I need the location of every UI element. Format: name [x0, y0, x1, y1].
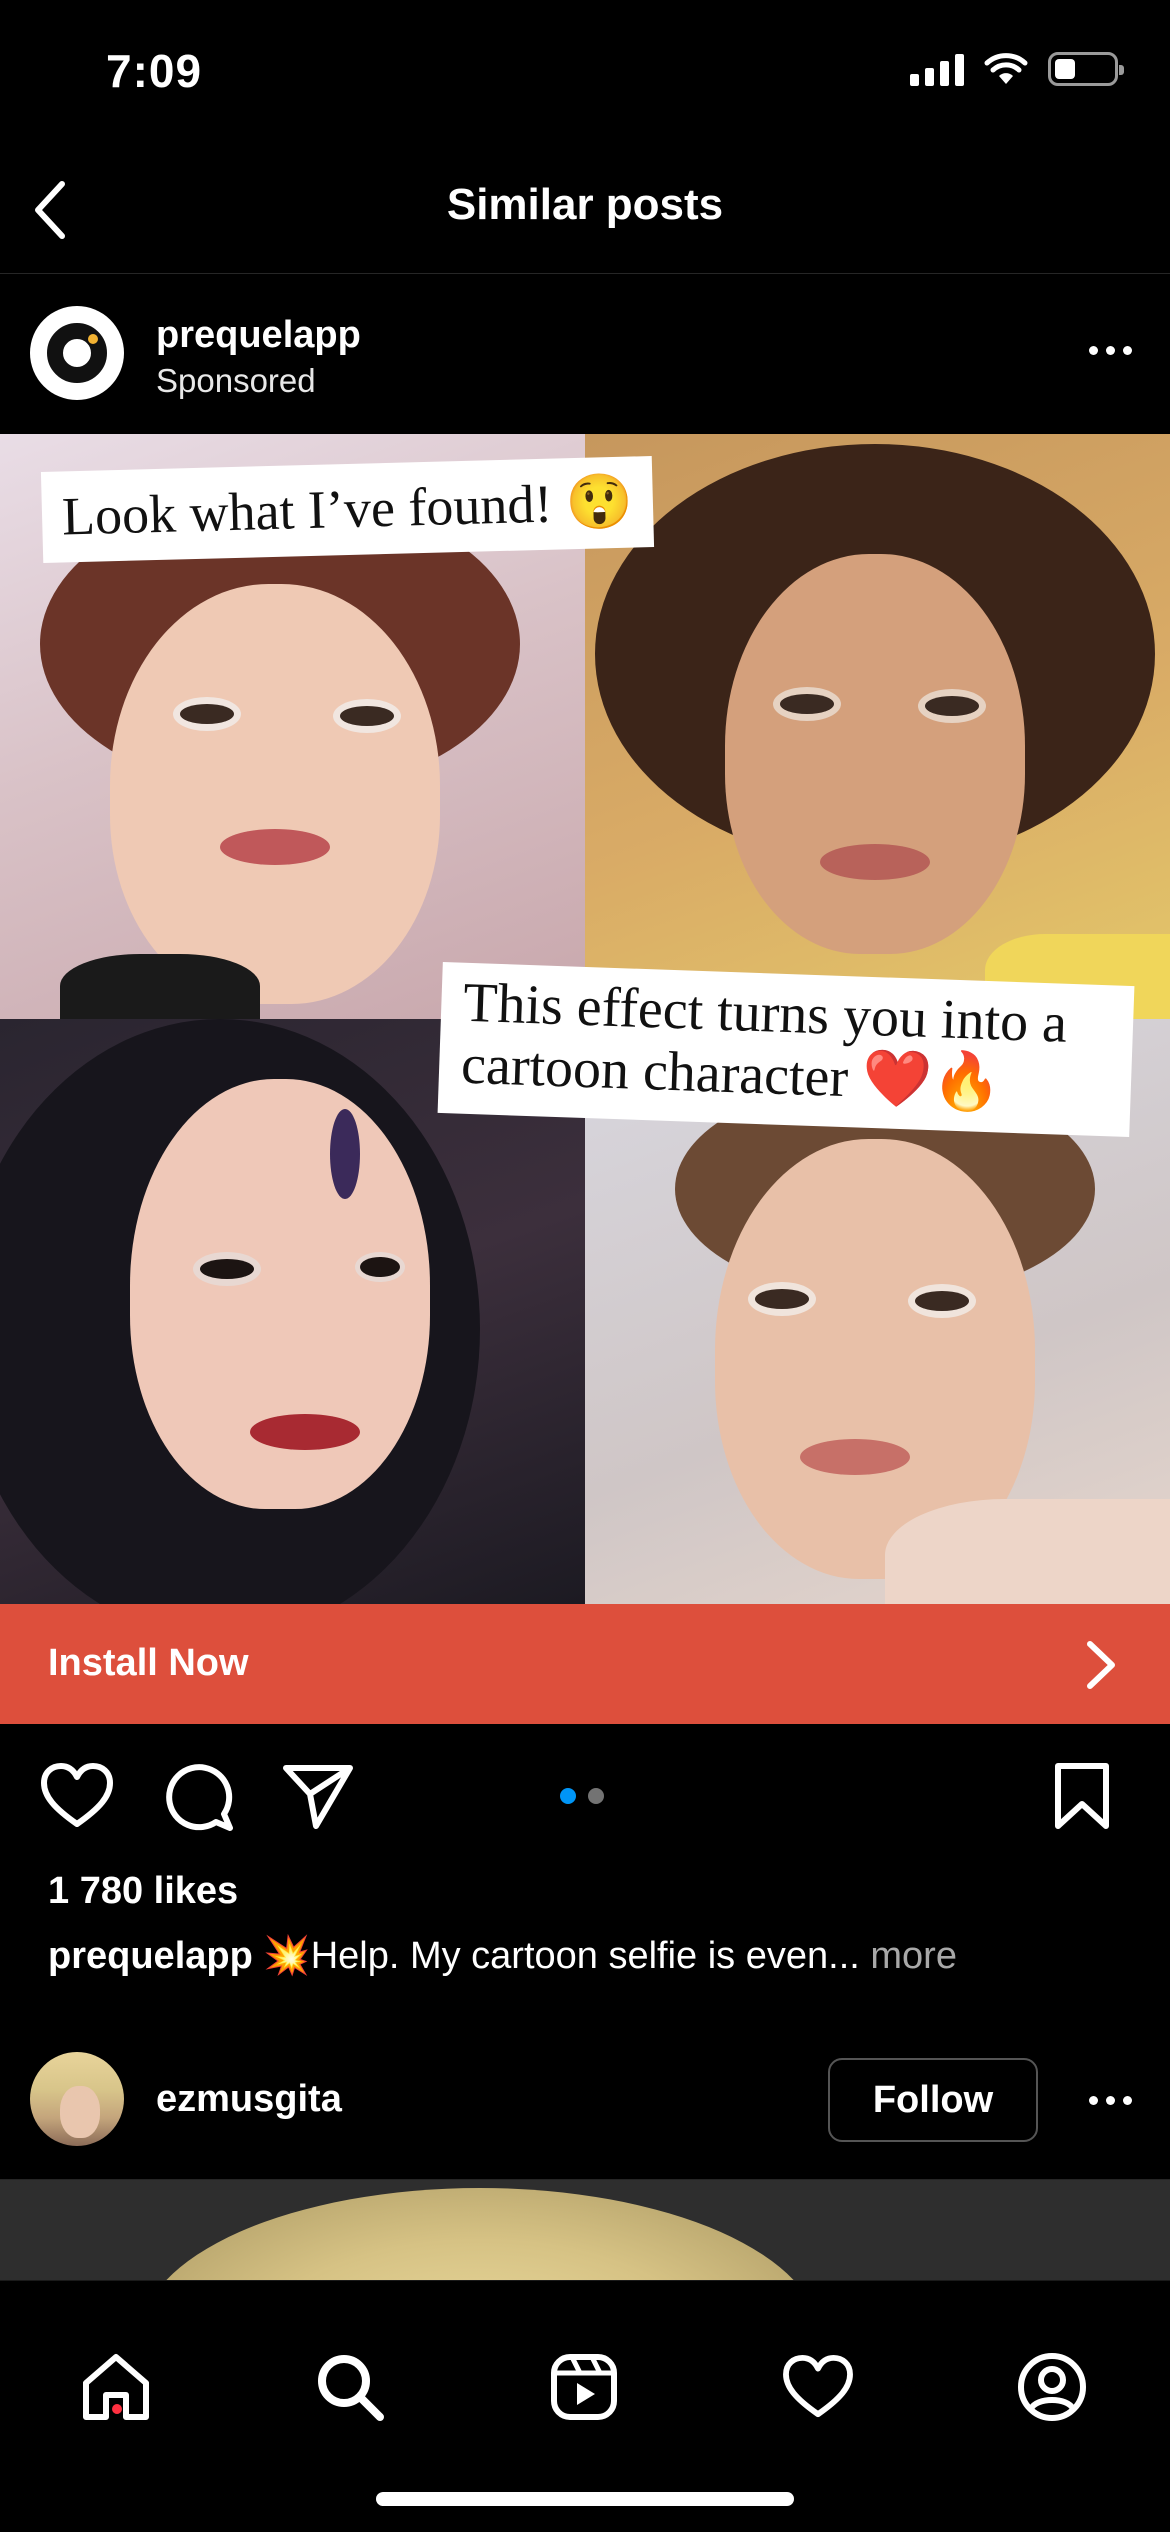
follow-button[interactable]: Follow — [828, 2058, 1038, 2142]
reels-icon — [551, 2354, 617, 2420]
tab-profile[interactable] — [1012, 2347, 1092, 2427]
notification-dot — [112, 2404, 122, 2414]
cta-label: Install Now — [48, 1642, 249, 1684]
media-caption-top: Look what I’ve found! 😲 — [40, 456, 655, 563]
post-username[interactable]: prequelapp — [156, 314, 361, 357]
carousel-indicator — [560, 1788, 604, 1804]
more-options-button[interactable] — [1080, 330, 1140, 370]
comment-icon[interactable] — [164, 1762, 234, 1832]
heart-icon — [783, 2354, 853, 2418]
battery-icon — [1048, 52, 1124, 86]
carousel-dot-active — [560, 1788, 576, 1804]
status-time: 7:09 — [106, 45, 203, 97]
page-title: Similar posts — [446, 180, 724, 229]
post-media[interactable]: Look what I’ve found! 😲 This effect turn… — [0, 434, 1170, 1604]
tab-reels[interactable] — [544, 2347, 624, 2427]
post-header: prequelapp Sponsored — [0, 274, 1170, 434]
cellular-signal-icon — [910, 52, 964, 86]
carousel-dot — [588, 1788, 604, 1804]
search-icon — [318, 2355, 384, 2421]
avatar[interactable] — [30, 2052, 124, 2146]
caption-username[interactable]: prequelapp — [48, 1935, 253, 1977]
next-post-username[interactable]: ezmusgita — [156, 2078, 342, 2121]
more-options-button[interactable] — [1080, 2080, 1140, 2120]
sponsored-label: Sponsored — [156, 362, 316, 399]
chevron-right-icon — [1087, 1641, 1115, 1689]
next-post-header: ezmusgita Follow — [0, 2030, 1170, 2180]
nav-header: Similar posts — [0, 150, 1170, 274]
caption-more-link[interactable]: more — [870, 1935, 957, 1977]
post-caption[interactable]: prequelapp 💥Help. My cartoon selfie is e… — [48, 1934, 957, 1978]
install-now-cta[interactable]: Install Now — [0, 1604, 1170, 1724]
caption-text: 💥Help. My cartoon selfie is even... — [263, 1935, 860, 1977]
bookmark-icon[interactable] — [1052, 1762, 1112, 1830]
home-indicator[interactable] — [376, 2492, 794, 2506]
profile-icon — [1018, 2353, 1086, 2421]
avatar[interactable] — [30, 306, 124, 400]
media-caption-bottom: This effect turns you into a cartoon cha… — [437, 961, 1135, 1138]
media-panel-top-right — [585, 434, 1170, 1019]
status-bar: 7:09 — [0, 0, 1170, 150]
tab-search[interactable] — [310, 2347, 390, 2427]
tab-activity[interactable] — [778, 2347, 858, 2427]
share-icon[interactable] — [282, 1762, 354, 1830]
wifi-icon — [984, 53, 1028, 84]
like-heart-icon[interactable] — [40, 1762, 114, 1830]
next-post-media[interactable] — [0, 2180, 1170, 2280]
likes-count[interactable]: 1 780 likes — [48, 1870, 238, 1913]
tab-home[interactable] — [76, 2347, 156, 2427]
status-icons — [910, 52, 1124, 86]
